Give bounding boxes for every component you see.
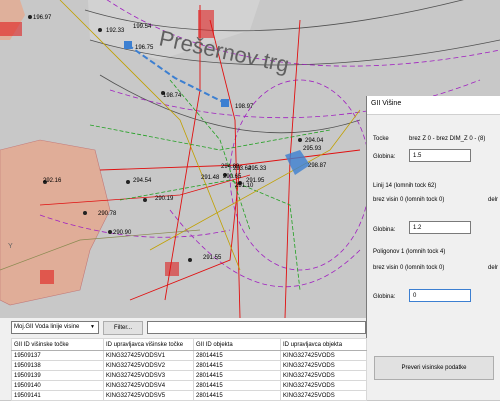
filter-button[interactable]: Filter... (103, 321, 143, 335)
point-label: 295.93 (303, 146, 322, 152)
table-cell: 28014415 (193, 390, 281, 401)
chevron-down-icon[interactable]: ▼ (88, 323, 97, 332)
point-label: 290.19 (155, 196, 174, 202)
point-label: 290.78 (98, 211, 117, 217)
point-label: 198.97 (235, 104, 254, 110)
preveri-visinske-podatke-button[interactable]: Preveri visinske podatke (374, 356, 494, 380)
point-label: 196.75 (135, 45, 154, 51)
gii-visine-panel: GII Višine Tocke brez Z 0 - brez DIM_Z 0… (366, 96, 500, 400)
table-cell: KING327425VODSV3 (103, 370, 194, 381)
point-label: 292.16 (43, 178, 62, 184)
point-label: 291.55 (203, 255, 222, 261)
table-cell: KING327425VODS (280, 350, 367, 361)
point-label: 294.54 (133, 178, 152, 184)
panel-title: GII Višine (371, 100, 402, 107)
table-cell: KING327425VODS (280, 390, 367, 401)
point-label: 298.87 (308, 163, 327, 169)
table-row[interactable]: 19509139 KING327425VODSV3 28014415 KING3274… (11, 370, 367, 381)
layer-dropdown[interactable]: Moj.GII Voda linije visine ▼ (11, 321, 99, 334)
attribute-table-panel: Moj.GII Voda linije visine ▼ Filter... G… (0, 318, 367, 401)
point-label: 291.48 (201, 175, 220, 181)
point-label: 192.33 (106, 28, 125, 34)
panel-title-bar: GII Višine (367, 96, 500, 115)
column-header[interactable]: ID upravljavca objekta (280, 338, 367, 351)
table-cell: KING327425VODSV1 (103, 350, 194, 361)
svg-text:Y: Y (8, 243, 13, 250)
table-cell: 19509138 (11, 360, 104, 371)
point-label: 198.74 (163, 93, 182, 99)
brez-visin-label-2: brez visin 0 (lomnih tock 0) (373, 265, 445, 271)
globina-label-3: Globina: (373, 294, 396, 300)
selected-point-start[interactable] (124, 41, 132, 49)
table-cell: 28014415 (193, 360, 281, 371)
point-label: 290.90 (113, 230, 132, 236)
point-label: 295.33 (248, 166, 267, 172)
brez-visin-label-1: brez visin 0 (lomnih tock 0) (373, 197, 445, 203)
del-label-2: delr (488, 265, 499, 271)
table-cell: KING327425VODSV5 (103, 390, 194, 401)
del-label-1: delr (488, 197, 499, 203)
table-cell: 28014415 (193, 370, 281, 381)
table-cell: KING327425VODSV2 (103, 360, 194, 371)
selected-point-end[interactable] (221, 99, 229, 107)
table-cell: 19509139 (11, 370, 104, 381)
table-row[interactable]: 19509140 KING327425VODSV4 28014415 KING3274… (11, 380, 367, 391)
poligonov-label: Poligonov 1 (lomnih tock 4) (373, 249, 446, 255)
table-cell: KING327425VODS (280, 380, 367, 391)
point-label: 290.65 (223, 174, 242, 180)
search-input[interactable] (147, 321, 366, 334)
point-label: 199.54 (133, 24, 152, 30)
point-label: 291.95 (246, 178, 265, 184)
table-row[interactable]: 19509138 KING327425VODSV2 28014415 KING3274… (11, 360, 367, 371)
globina-input-1[interactable]: 1.5 (409, 149, 471, 162)
point-label: 294.04 (305, 138, 324, 144)
table-row[interactable]: 19509137 KING327425VODSV1 28014415 KING3274… (11, 350, 367, 361)
table-cell: 28014415 (193, 350, 281, 361)
table-cell: 19509141 (11, 390, 104, 401)
tocke-label: Tocke (373, 136, 389, 142)
column-header[interactable]: GII ID objekta (193, 338, 281, 351)
linij-label: Linij 14 (lomnih tock 62) (373, 183, 437, 189)
attribute-table: GII ID višinske točke ID upravljavca viši… (11, 338, 367, 401)
table-row[interactable]: 19509141 KING327425VODSV5 28014415 KING3274… (11, 390, 367, 401)
table-header-row: GII ID višinske točke ID upravljavca viši… (11, 338, 367, 351)
table-cell: 19509140 (11, 380, 104, 391)
globina-input-2[interactable]: 1.2 (409, 221, 471, 234)
table-cell: 19509137 (11, 350, 104, 361)
table-cell: KING327425VODS (280, 360, 367, 371)
globina-label-1: Globina: (373, 154, 396, 160)
globina-input-3[interactable]: 0 (409, 289, 471, 302)
tocke-value: brez Z 0 - brez DIM_Z 0 - (8) (409, 136, 486, 142)
globina-label-2: Globina: (373, 227, 396, 233)
table-body: 19509137 KING327425VODSV1 28014415 KING3274… (11, 350, 367, 401)
point-label: 196.97 (33, 15, 52, 21)
table-cell: KING327425VODS (280, 370, 367, 381)
column-header[interactable]: GII ID višinske točke (11, 338, 104, 351)
layer-dropdown-value: Moj.GII Voda linije visine (14, 324, 80, 330)
table-cell: KING327425VODSV4 (103, 380, 194, 391)
column-header[interactable]: ID upravljavca višinske točke (103, 338, 194, 351)
table-cell: 28014415 (193, 380, 281, 391)
